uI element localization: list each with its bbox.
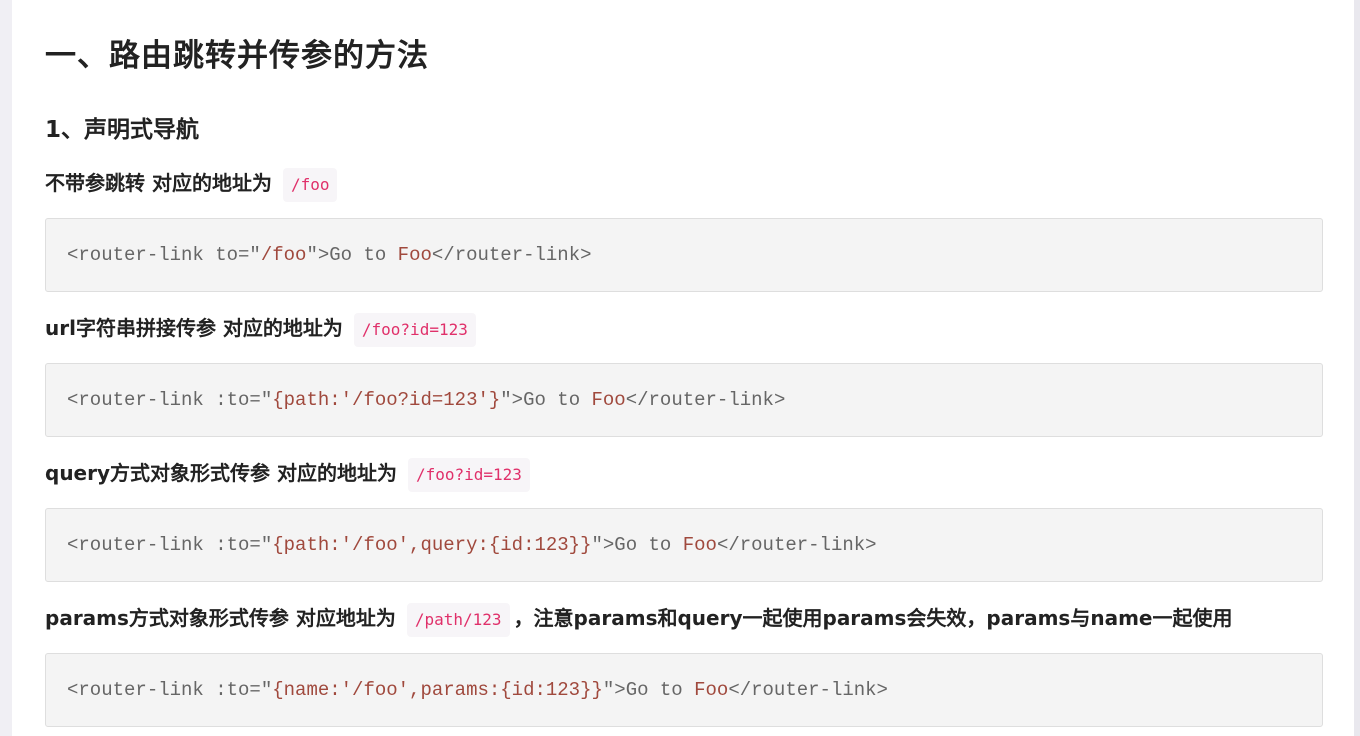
paragraph-text: params方式对象形式传参 对应地址为 xyxy=(45,606,396,630)
code-block: <router-link :to="{path:'/foo',query:{id… xyxy=(45,508,1323,582)
page-title: 一、路由跳转并传参的方法 xyxy=(45,38,429,74)
code-string: Foo xyxy=(694,679,729,701)
code-block: <router-link :to="{name:'/foo',params:{i… xyxy=(45,653,1323,727)
code-text: <router-link to=" xyxy=(67,244,261,266)
code-text: ">Go to xyxy=(602,679,695,701)
scrollbar-track[interactable] xyxy=(1354,0,1360,736)
code-block: <router-link :to="{path:'/foo?id=123'}">… xyxy=(45,363,1323,437)
inline-code: /foo?id=123 xyxy=(407,457,530,492)
code-string: Foo xyxy=(397,244,432,266)
code-text: <router-link :to=" xyxy=(67,679,273,701)
paragraph: query方式对象形式传参 对应的地址为 /foo?id=123 xyxy=(45,455,534,492)
paragraph-text: url字符串拼接传参 对应的地址为 xyxy=(45,316,343,340)
code-line: <router-link :to="{name:'/foo',params:{i… xyxy=(67,654,888,726)
code-text: </router-link> xyxy=(431,244,592,266)
paragraph: 不带参跳转 对应的地址为 /foo xyxy=(45,165,341,202)
code-text: </router-link> xyxy=(716,534,877,556)
code-string: /foo xyxy=(260,244,307,266)
paragraph-text: query方式对象形式传参 对应的地址为 xyxy=(45,461,397,485)
code-line: <router-link :to="{path:'/foo',query:{id… xyxy=(67,509,877,581)
code-block: <router-link to="/foo">Go to Foo</router… xyxy=(45,218,1323,292)
code-text: <router-link :to=" xyxy=(67,389,273,411)
code-string: Foo xyxy=(682,534,717,556)
inline-code: /foo xyxy=(282,167,338,202)
paragraph: params方式对象形式传参 对应地址为 /path/123 ，注意params和… xyxy=(45,600,1232,637)
paragraph-text: 不带参跳转 对应的地址为 xyxy=(45,171,272,195)
inline-code: /path/123 xyxy=(406,602,510,637)
paragraph: url字符串拼接传参 对应的地址为 /foo?id=123 xyxy=(45,310,480,347)
code-string: {path:'/foo?id=123'} xyxy=(272,389,501,411)
section-heading: 1、声明式导航 xyxy=(45,117,200,143)
code-string: Foo xyxy=(591,389,626,411)
code-text: ">Go to xyxy=(306,244,398,266)
code-text: </router-link> xyxy=(625,389,786,411)
code-text: <router-link :to=" xyxy=(67,534,273,556)
code-line: <router-link :to="{path:'/foo?id=123'}">… xyxy=(67,364,785,436)
inline-code: /foo?id=123 xyxy=(353,312,476,347)
code-line: <router-link to="/foo">Go to Foo</router… xyxy=(67,219,592,291)
code-text: ">Go to xyxy=(591,534,683,556)
code-text: ">Go to xyxy=(500,389,592,411)
code-string: {name:'/foo',params:{id:123}} xyxy=(272,679,603,701)
article: 一、路由跳转并传参的方法 1、声明式导航 不带参跳转 对应的地址为 /foo <… xyxy=(12,0,1354,736)
paragraph-note: ，注意params和query一起使用params会失效，params与name… xyxy=(513,606,1233,630)
code-string: {path:'/foo',query:{id:123}} xyxy=(272,534,592,556)
code-text: </router-link> xyxy=(728,679,888,701)
